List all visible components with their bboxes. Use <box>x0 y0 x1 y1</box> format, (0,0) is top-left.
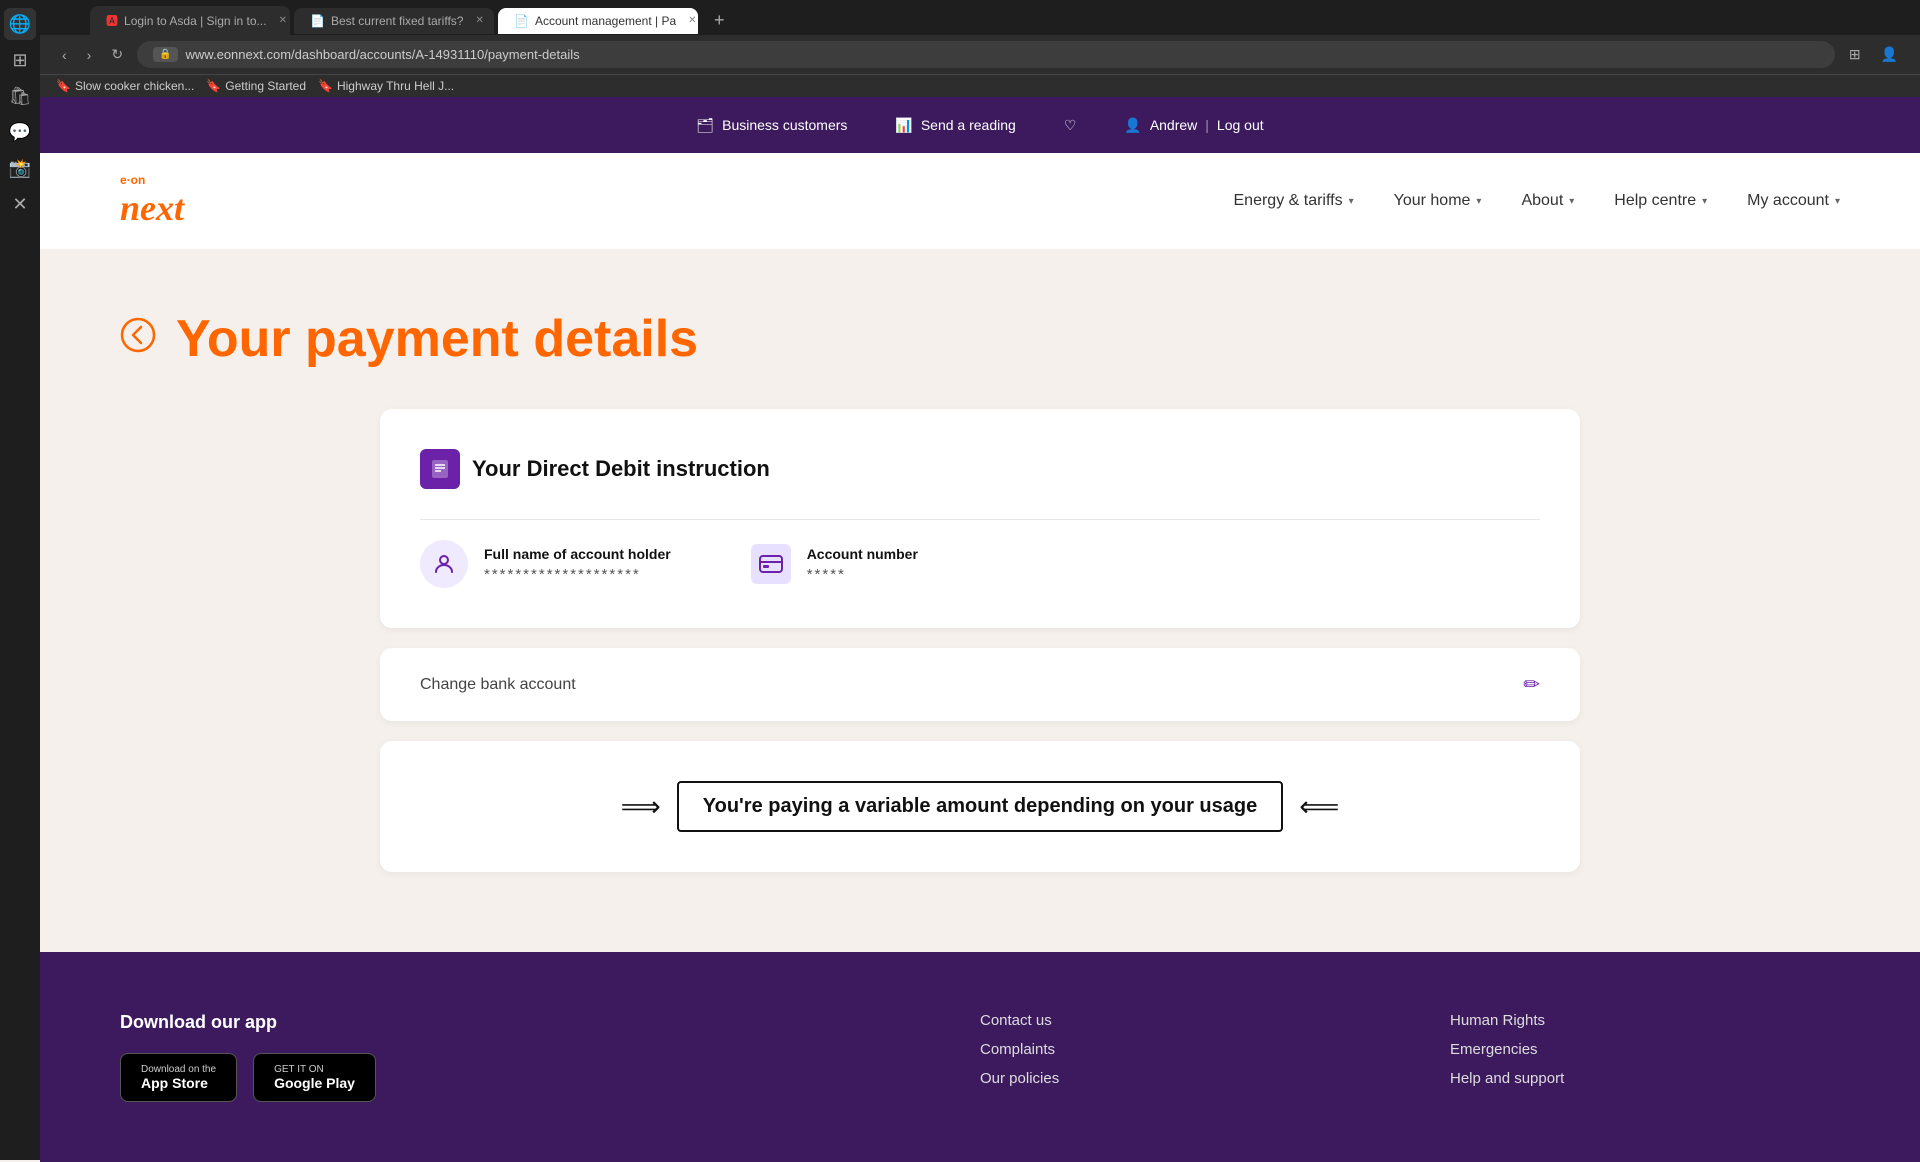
chevron-down-icon: ▾ <box>1702 196 1707 207</box>
nav-energy-tariffs[interactable]: Energy & tariffs ▾ <box>1234 192 1354 210</box>
bookmark-1[interactable]: 🔖 Slow cooker chicken... <box>56 79 194 93</box>
main-nav: Energy & tariffs ▾ Your home ▾ About ▾ H… <box>1234 192 1841 210</box>
chevron-down-icon: ▾ <box>1835 196 1840 207</box>
footer-link-emergencies[interactable]: Emergencies <box>1450 1041 1840 1058</box>
user-link[interactable]: 👤 Andrew | Log out <box>1124 117 1263 134</box>
sidebar-messenger-icon[interactable]: 💬 <box>4 116 36 148</box>
footer-link-contact[interactable]: Contact us <box>980 1012 1370 1029</box>
main-header: e·on next Energy & tariffs ▾ Your home ▾… <box>40 153 1920 249</box>
account-number-field: Account number ***** <box>751 544 918 584</box>
app-store-badge[interactable]: Download on the App Store <box>120 1053 237 1102</box>
browser-sidebar: 🌐 ⊞ 🛍 💬 📸 ✕ <box>0 0 40 1160</box>
eon-logo[interactable]: e·on next <box>120 173 184 229</box>
business-icon: 🗂 <box>696 117 714 134</box>
nav-about[interactable]: About ▾ <box>1521 192 1574 210</box>
user-icon: 👤 <box>1124 117 1141 134</box>
back-nav-button[interactable]: ‹ <box>56 45 73 65</box>
business-customers-link[interactable]: 🗂 Business customers <box>696 117 847 134</box>
tab-2-close[interactable]: ✕ <box>475 15 483 26</box>
nav-your-home[interactable]: Your home ▾ <box>1394 192 1482 210</box>
footer-link-human-rights[interactable]: Human Rights <box>1450 1012 1840 1029</box>
arrow-right-icon: ⟸ <box>1299 790 1339 823</box>
footer-link-complaints[interactable]: Complaints <box>980 1041 1370 1058</box>
browser-chrome: 🅰 Login to Asda | Sign in to... ✕ 📄 Best… <box>40 0 1920 97</box>
google-play-badge[interactable]: GET IT ON Google Play <box>253 1053 376 1102</box>
nav-help-centre[interactable]: Help centre ▾ <box>1614 192 1707 210</box>
account-details: Full name of account holder ************… <box>420 540 1540 588</box>
variable-text-box: You're paying a variable amount dependin… <box>677 781 1283 832</box>
sidebar-instagram-icon[interactable]: 📸 <box>4 152 36 184</box>
footer-app-title: Download our app <box>120 1012 900 1033</box>
footer-link-help-support[interactable]: Help and support <box>1450 1070 1840 1087</box>
sidebar-apps-icon[interactable]: ⊞ <box>4 44 36 76</box>
direct-debit-icon <box>420 449 460 489</box>
bookmark-3-icon: 🔖 <box>318 79 333 93</box>
account-holder-info: Full name of account holder ************… <box>484 546 671 583</box>
account-number-info: Account number ***** <box>807 546 918 583</box>
chevron-down-icon: ▾ <box>1349 196 1354 207</box>
chevron-down-icon: ▾ <box>1569 196 1574 207</box>
change-bank-label: Change bank account <box>420 676 576 694</box>
heart-link[interactable]: ♡ <box>1064 117 1077 134</box>
logo-next-text: next <box>120 187 184 229</box>
heart-icon: ♡ <box>1064 117 1077 134</box>
logo-eon-text: e·on <box>120 173 184 187</box>
bookmarks-bar: 🔖 Slow cooker chicken... 🔖 Getting Start… <box>40 74 1920 97</box>
footer-link-policies[interactable]: Our policies <box>980 1070 1370 1087</box>
footer-links-col1: Contact us Complaints Our policies <box>980 1012 1370 1102</box>
sidebar-browser-icon[interactable]: 🌐 <box>4 8 36 40</box>
tab-3-close[interactable]: ✕ <box>688 15 696 26</box>
card-divider <box>420 519 1540 520</box>
tab-3[interactable]: 📄 Account management | Pa ✕ <box>498 8 698 34</box>
tab-1-close[interactable]: ✕ <box>279 15 287 26</box>
profile-button[interactable]: 👤 <box>1875 44 1904 65</box>
tab-1[interactable]: 🅰 Login to Asda | Sign in to... ✕ <box>90 6 290 35</box>
chevron-down-icon: ▾ <box>1476 196 1481 207</box>
bookmark-2-icon: 🔖 <box>206 79 221 93</box>
page-title: Your payment details <box>176 309 698 369</box>
back-button[interactable] <box>120 317 156 361</box>
bookmark-3[interactable]: 🔖 Highway Thru Hell J... <box>318 79 454 93</box>
change-bank-card[interactable]: Change bank account ✏ <box>380 648 1580 721</box>
account-holder-field: Full name of account holder ************… <box>420 540 671 588</box>
footer-links-col2: Human Rights Emergencies Help and suppor… <box>1450 1012 1840 1102</box>
arrow-left-icon: ⟹ <box>621 790 661 823</box>
nav-my-account[interactable]: My account ▾ <box>1747 192 1840 210</box>
reload-button[interactable]: ↻ <box>105 44 129 65</box>
meter-icon: 📊 <box>895 117 912 134</box>
direct-debit-title: Your Direct Debit instruction <box>420 449 1540 489</box>
bookmark-1-icon: 🔖 <box>56 79 71 93</box>
account-holder-icon <box>420 540 468 588</box>
footer: Download our app Download on the App Sto… <box>40 952 1920 1162</box>
extensions-button[interactable]: ⊞ <box>1843 44 1867 65</box>
sidebar-x-icon[interactable]: ✕ <box>4 188 36 220</box>
send-reading-link[interactable]: 📊 Send a reading <box>895 117 1015 134</box>
tab-2[interactable]: 📄 Best current fixed tariffs? ✕ <box>294 8 494 34</box>
page-header: Your payment details <box>120 309 1840 369</box>
bookmark-2[interactable]: 🔖 Getting Started <box>206 79 306 93</box>
footer-inner: Download our app Download on the App Sto… <box>120 1012 1840 1102</box>
app-badges: Download on the App Store GET IT ON Goog… <box>120 1053 900 1102</box>
https-badge: 🔒 <box>153 47 177 62</box>
sidebar-shop-icon[interactable]: 🛍 <box>4 80 36 112</box>
direct-debit-card: Your Direct Debit instruction Full name … <box>380 409 1580 628</box>
forward-nav-button[interactable]: › <box>81 45 98 65</box>
tab-bar: 🅰 Login to Asda | Sign in to... ✕ 📄 Best… <box>40 0 1920 35</box>
address-bar: ‹ › ↻ 🔒 www.eonnext.com/dashboard/accoun… <box>40 35 1920 74</box>
page-content: Your payment details Your Direct Debit i… <box>40 249 1920 952</box>
account-number-icon <box>751 544 791 584</box>
edit-icon: ✏ <box>1523 672 1540 697</box>
footer-app-section: Download our app Download on the App Sto… <box>120 1012 900 1102</box>
variable-inner: ⟹ You're paying a variable amount depend… <box>621 781 1340 832</box>
address-input[interactable]: 🔒 www.eonnext.com/dashboard/accounts/A-1… <box>137 41 1835 68</box>
new-tab-button[interactable]: + <box>706 10 733 31</box>
variable-payment-card: ⟹ You're paying a variable amount depend… <box>380 741 1580 872</box>
utility-bar: 🗂 Business customers 📊 Send a reading ♡ … <box>40 97 1920 153</box>
